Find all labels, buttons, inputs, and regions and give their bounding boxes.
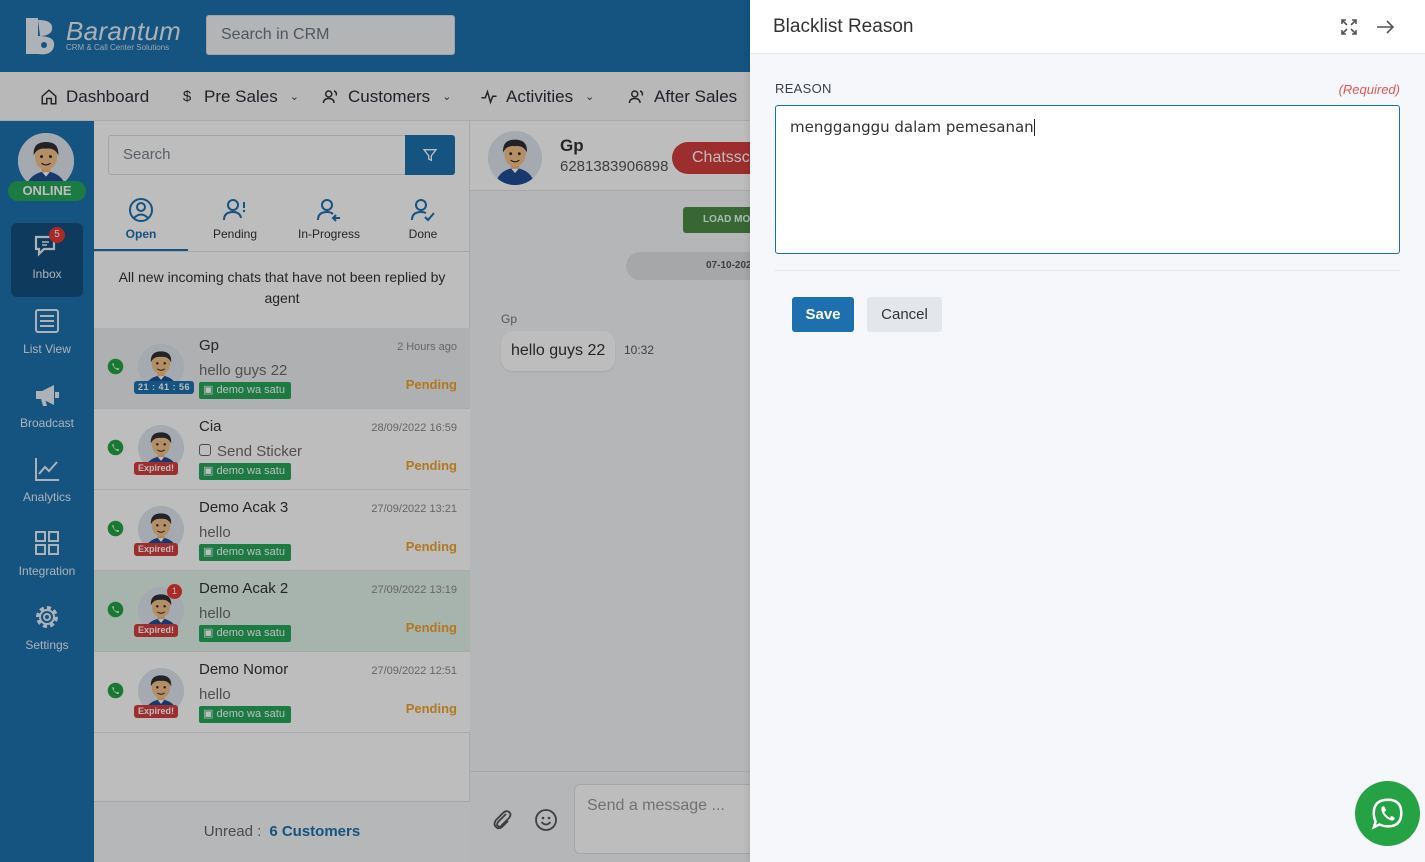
panel-header: Blacklist Reason [750, 0, 1425, 54]
text-cursor [1033, 119, 1035, 136]
app-root: Barantum CRM & Call Center Solutions Sea… [0, 0, 1425, 862]
reason-text: mengganggu dalam pemesanan [790, 118, 1034, 136]
expand-icon[interactable] [1338, 16, 1360, 38]
panel-title: Blacklist Reason [773, 16, 914, 37]
close-panel-arrow-icon[interactable] [1374, 16, 1396, 38]
cancel-button[interactable]: Cancel [867, 297, 942, 332]
form-divider [775, 270, 1400, 271]
modal-backdrop[interactable] [0, 0, 750, 862]
whatsapp-fab-button[interactable] [1355, 781, 1420, 846]
whatsapp-icon [1371, 798, 1403, 830]
reason-label: REASON [775, 81, 832, 96]
reason-textarea[interactable]: mengganggu dalam pemesanan [775, 105, 1400, 254]
blacklist-reason-panel: Blacklist Reason REASON (Required) mengg… [750, 0, 1425, 862]
required-indicator: (Required) [1338, 82, 1400, 97]
save-button[interactable]: Save [792, 297, 854, 332]
